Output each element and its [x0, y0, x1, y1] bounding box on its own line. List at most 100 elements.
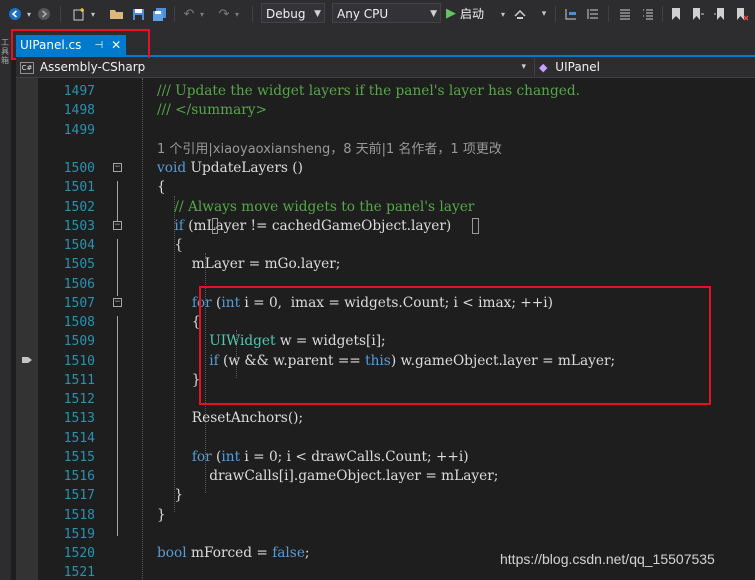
code-line[interactable]: 1500 − void UpdateLayers ()	[16, 159, 755, 178]
toolbar-separator	[555, 6, 556, 22]
line-number: 1521	[63, 565, 95, 580]
code-text: drawCalls[i].gameObject.layer = mLayer;	[157, 467, 498, 486]
line-number: 1506	[63, 277, 95, 292]
code-token: {	[157, 237, 184, 253]
platform-value: Any CPU	[337, 7, 389, 21]
keyword-token: int	[221, 449, 241, 465]
toolbox-label: 工具箱	[1, 38, 9, 65]
toolbar-separator	[174, 6, 175, 22]
code-token: ResetAnchors();	[157, 410, 304, 426]
brace-match-highlight	[472, 218, 479, 234]
code-text: {	[157, 236, 183, 255]
line-number: 1508	[63, 315, 95, 330]
type-name: UIPanel	[555, 60, 600, 74]
toolbar-separator	[662, 6, 663, 22]
code-token: drawCalls[i].gameObject.layer = mLayer;	[157, 468, 499, 484]
step-over-icon[interactable]	[563, 4, 579, 24]
open-folder-icon[interactable]	[108, 4, 126, 24]
code-text: void UpdateLayers ()	[157, 159, 303, 178]
code-editor[interactable]: 1497 /// Update the widget layers if the …	[16, 78, 755, 580]
next-bookmark-icon[interactable]	[690, 4, 706, 24]
prev-bookmark-icon[interactable]	[712, 4, 728, 24]
code-line[interactable]: 1499	[16, 121, 755, 140]
collapse-icon[interactable]: −	[113, 298, 122, 307]
uncomment-icon[interactable]	[640, 4, 656, 24]
toolbar-separator	[252, 6, 253, 22]
code-line[interactable]: 1505 mLayer = mGo.layer;	[16, 255, 755, 274]
type-dropdown[interactable]: ◆ UIPanel	[534, 58, 755, 76]
code-line[interactable]: 1504 {	[16, 236, 755, 255]
code-line[interactable]: 1501 {	[16, 178, 755, 197]
code-line[interactable]: 1503 − if (mLayer != cachedGameObject.lay…	[16, 217, 755, 236]
more-dropdown-icon[interactable]: ▾	[539, 4, 549, 24]
comment-icon[interactable]	[617, 4, 633, 24]
outline-icon[interactable]	[585, 4, 601, 24]
redo-dropdown-icon[interactable]: ▾	[233, 4, 241, 24]
attach-icon[interactable]	[512, 4, 528, 24]
toolbar-separator	[60, 6, 61, 22]
undo-icon[interactable]: ↶	[181, 4, 197, 24]
redo-icon[interactable]: ↷	[216, 4, 232, 24]
clear-bookmarks-icon[interactable]	[734, 4, 750, 24]
line-number: 1503	[63, 219, 95, 234]
back-icon[interactable]	[7, 4, 23, 24]
line-number: 1502	[63, 200, 95, 215]
code-token: {	[157, 314, 201, 330]
forward-icon[interactable]	[36, 4, 52, 24]
bookmark-icon[interactable]	[668, 4, 684, 24]
line-number: 1511	[63, 373, 95, 388]
save-icon[interactable]	[130, 4, 146, 24]
line-number: 1518	[63, 508, 95, 523]
platform-dropdown[interactable]: Any CPU ▼	[332, 3, 441, 23]
line-number: 1498	[63, 103, 95, 118]
line-number: 1501	[63, 180, 95, 195]
codelens-info[interactable]: 1 个引用|xiaoyaoxiansheng，8 天前|1 名作者，1 项更改	[157, 140, 502, 159]
code-line[interactable]: 1498 /// </summary>	[16, 101, 755, 120]
code-line[interactable]: 1519	[16, 525, 755, 544]
line-number: 1510	[63, 354, 95, 369]
code-line[interactable]: 1513 ResetAnchors();	[16, 409, 755, 428]
line-number: 1499	[63, 123, 95, 138]
line-number: 1512	[63, 392, 95, 407]
code-line[interactable]: 1518}	[16, 506, 755, 525]
line-number: 1515	[63, 450, 95, 465]
code-line[interactable]: 1497 /// Update the widget layers if the …	[16, 82, 755, 101]
line-number: 1514	[63, 431, 95, 446]
code-text: {	[157, 313, 201, 332]
codelens-row[interactable]: 1 个引用|xiaoyaoxiansheng，8 天前|1 名作者，1 项更改	[16, 140, 755, 159]
keyword-token: for	[191, 449, 212, 465]
keyword-token: bool	[157, 545, 187, 561]
start-dropdown-icon[interactable]: ▾	[499, 4, 507, 24]
project-dropdown[interactable]: C# Assembly-CSharp ▾	[20, 58, 530, 76]
collapse-icon[interactable]: −	[113, 163, 122, 172]
configuration-value: Debug	[266, 7, 306, 21]
start-button[interactable]: ▶ 启动	[446, 3, 484, 23]
line-number: 1505	[63, 257, 95, 272]
toolbox-strip[interactable]: 工具箱	[0, 28, 11, 580]
code-line[interactable]: 1516 drawCalls[i].gameObject.layer = mLa…	[16, 467, 755, 486]
navigation-bar: C# Assembly-CSharp ▾ ◆ UIPanel	[16, 58, 755, 78]
comment-token: /// Update the widget layers if the pane…	[157, 83, 580, 99]
code-line[interactable]: 1502 // Always move widgets to the panel…	[16, 198, 755, 217]
collapse-icon[interactable]: −	[113, 221, 122, 230]
line-number: 1519	[63, 527, 95, 542]
undo-dropdown-icon[interactable]: ▾	[198, 4, 206, 24]
keyword-token: if	[174, 218, 184, 234]
code-line[interactable]: 1514	[16, 429, 755, 448]
code-token: (mLayer != cachedGameObject.layer)	[183, 218, 452, 234]
configuration-dropdown[interactable]: Debug ▼	[261, 3, 325, 23]
back-dropdown-icon[interactable]: ▾	[25, 4, 33, 24]
line-number: 1500	[63, 161, 95, 176]
code-annotation-box	[199, 286, 711, 405]
chevron-down-icon: ▼	[430, 9, 437, 19]
code-line[interactable]: 1515 for (int i = 0; i < drawCalls.Count…	[16, 448, 755, 467]
class-icon: ◆	[539, 61, 548, 74]
new-dropdown-icon[interactable]: ▾	[89, 4, 97, 24]
code-token: {	[157, 179, 166, 195]
new-project-icon[interactable]	[70, 4, 88, 24]
save-all-icon[interactable]	[150, 4, 168, 24]
code-line[interactable]: 1517 }	[16, 486, 755, 505]
code-token: ;	[304, 545, 310, 561]
